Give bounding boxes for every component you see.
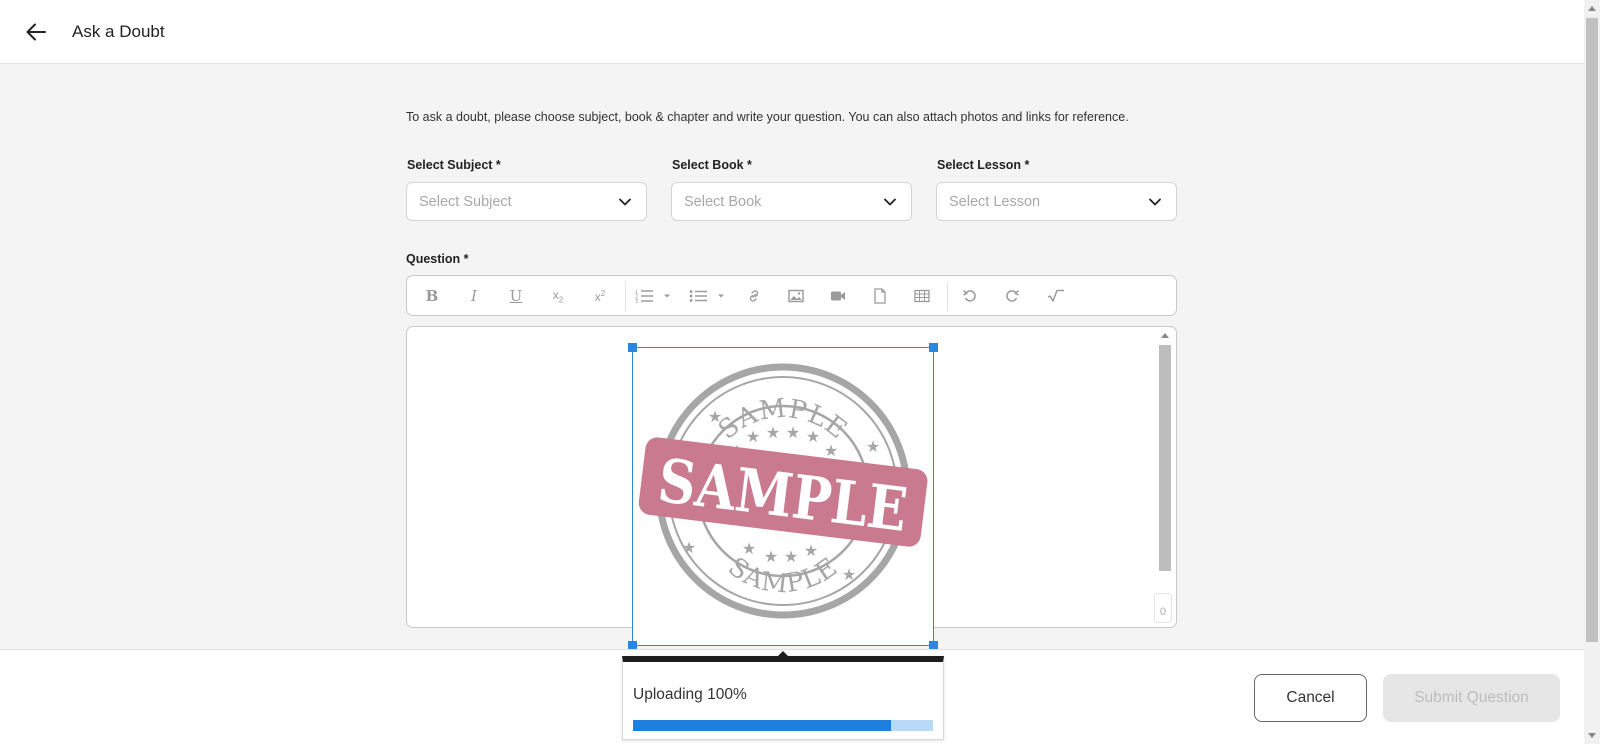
italic-button[interactable]: I — [463, 285, 485, 307]
bold-button[interactable]: B — [421, 285, 443, 307]
toolbar-divider — [625, 282, 626, 311]
svg-text:★: ★ — [806, 427, 820, 446]
toolbar-divider — [947, 282, 948, 311]
video-icon — [831, 291, 845, 301]
book-label: Select Book * — [672, 158, 752, 172]
table-icon — [914, 289, 930, 303]
video-button[interactable] — [827, 285, 849, 307]
chevron-down-icon — [619, 198, 631, 206]
math-button[interactable] — [1045, 285, 1067, 307]
svg-text:★: ★ — [804, 541, 818, 560]
page-scroll-down-arrow[interactable] — [1588, 733, 1596, 738]
top-bar: Ask a Doubt — [0, 0, 1584, 64]
svg-text:★: ★ — [742, 539, 756, 558]
upload-popup: Uploading 100% — [622, 656, 944, 740]
undo-icon — [962, 289, 976, 302]
svg-text:SAMPLE: SAMPLE — [713, 394, 853, 446]
svg-text:★: ★ — [766, 423, 780, 442]
redo-icon — [1006, 289, 1020, 302]
undo-button[interactable] — [959, 285, 981, 307]
image-icon — [788, 289, 804, 303]
svg-text:★: ★ — [824, 441, 838, 460]
cancel-button[interactable]: Cancel — [1254, 674, 1367, 722]
table-button[interactable] — [911, 285, 933, 307]
resize-handle-top-right[interactable] — [929, 343, 938, 352]
svg-text:★: ★ — [842, 565, 856, 584]
arrow-left-icon — [26, 23, 46, 41]
page-scroll-up-arrow[interactable] — [1588, 6, 1596, 11]
unordered-list-button[interactable] — [687, 285, 727, 307]
svg-text:★: ★ — [786, 423, 800, 442]
page-title: Ask a Doubt — [72, 22, 165, 41]
page-scrollbar[interactable] — [1584, 0, 1600, 744]
intro-text: To ask a doubt, please choose subject, b… — [406, 110, 1129, 124]
svg-text:★: ★ — [682, 538, 696, 557]
link-button[interactable] — [743, 285, 765, 307]
stamp-center-text: SAMPLE — [654, 446, 911, 546]
svg-text:3: 3 — [635, 299, 638, 303]
underline-button[interactable]: U — [505, 285, 527, 307]
resize-handle-top-left[interactable] — [628, 343, 637, 352]
submit-question-button[interactable]: Submit Question — [1383, 674, 1560, 722]
subscript-icon: x2 — [552, 287, 564, 305]
math-formula-icon — [1047, 289, 1064, 302]
subject-label: Select Subject * — [407, 158, 501, 172]
italic-icon: I — [471, 287, 477, 305]
scroll-up-arrow[interactable] — [1161, 333, 1169, 338]
back-button[interactable] — [22, 20, 50, 44]
superscript-icon: x2 — [594, 288, 606, 304]
lesson-label: Select Lesson * — [937, 158, 1030, 172]
ordered-list-icon: 1 2 3 — [635, 290, 670, 303]
question-label: Question * — [406, 252, 469, 266]
underline-icon: U — [509, 287, 523, 305]
lesson-select[interactable]: Select Lesson — [936, 182, 1177, 221]
file-icon — [874, 288, 886, 304]
scroll-thumb[interactable] — [1159, 345, 1171, 571]
subject-placeholder: Select Subject — [419, 193, 512, 210]
svg-text:★: ★ — [764, 547, 778, 566]
subscript-button[interactable]: x2 — [547, 285, 569, 307]
upload-status-text: Uploading 100% — [633, 686, 747, 703]
bold-icon: B — [425, 287, 439, 305]
upload-progress-fill — [633, 720, 891, 731]
link-icon — [749, 290, 759, 302]
svg-text:★: ★ — [746, 427, 760, 446]
subject-select[interactable]: Select Subject — [406, 182, 647, 221]
upload-progress-bar — [633, 720, 933, 731]
redo-button[interactable] — [1001, 285, 1023, 307]
ordered-list-button[interactable]: 1 2 3 — [633, 285, 673, 307]
page-scroll-thumb[interactable] — [1586, 18, 1598, 642]
svg-text:★: ★ — [866, 437, 880, 456]
book-select[interactable]: Select Book — [671, 182, 912, 221]
sample-stamp-image: SAMPLE SAMPLE ★★ ★★ ★★★★★★ ★★★★ SAMPLE — [638, 363, 928, 619]
unordered-list-icon — [689, 290, 724, 302]
lesson-placeholder: Select Lesson — [949, 193, 1041, 210]
superscript-button[interactable]: x2 — [589, 285, 611, 307]
book-placeholder: Select Book — [684, 193, 762, 210]
chevron-down-icon — [884, 198, 896, 206]
image-button[interactable] — [785, 285, 807, 307]
char-count: 0 — [1154, 593, 1172, 623]
editor-scrollbar[interactable] — [1158, 331, 1172, 619]
svg-text:★: ★ — [708, 407, 722, 426]
chevron-down-icon — [1149, 198, 1161, 206]
svg-text:★: ★ — [784, 547, 798, 566]
editor-toolbar: B I U x2 x2 1 2 3 — [406, 275, 1177, 316]
stamp-top-text: SAMPLE — [713, 394, 852, 446]
file-button[interactable] — [869, 285, 891, 307]
attached-image[interactable]: SAMPLE SAMPLE ★★ ★★ ★★★★★★ ★★★★ SAMPLE — [628, 343, 938, 650]
